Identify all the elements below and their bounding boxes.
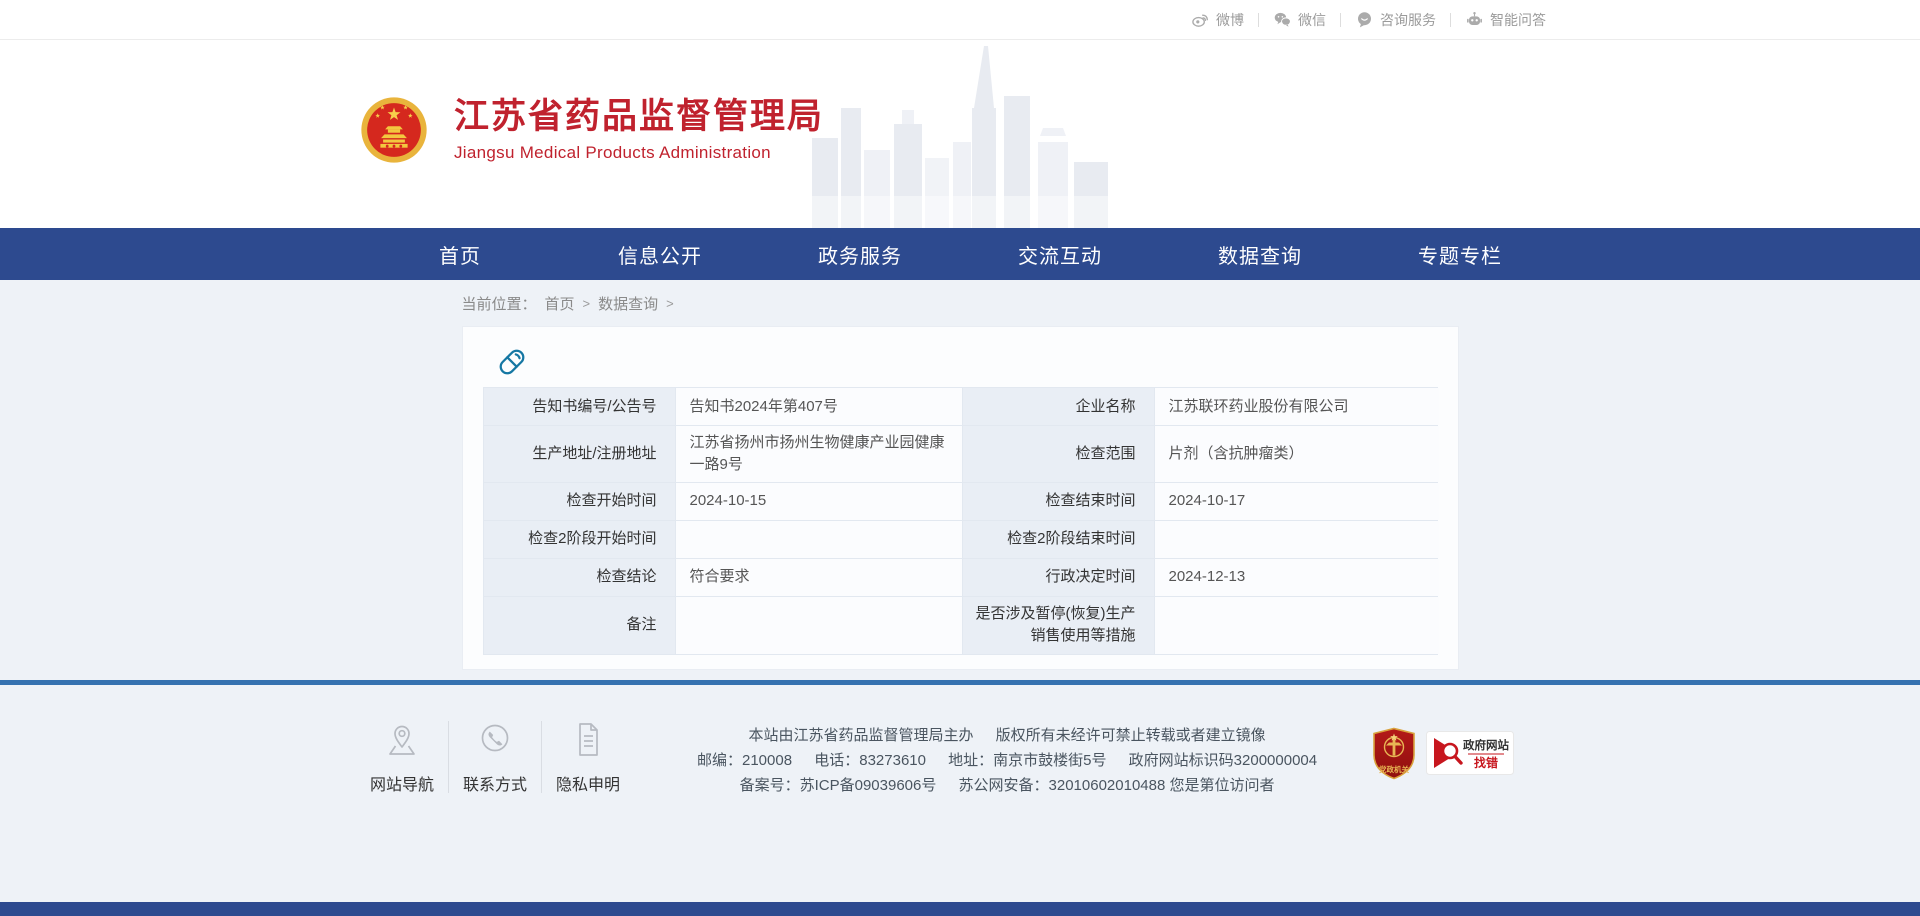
site-map-link[interactable]: 网站导航 <box>366 719 438 795</box>
field-label: 检查2阶段结束时间 <box>963 521 1155 558</box>
field-value: 告知书2024年第407号 <box>676 388 963 425</box>
breadcrumb-home-link[interactable]: 首页 <box>545 293 575 314</box>
field-label: 检查结论 <box>484 559 676 596</box>
nav-item-info-disclosure[interactable]: 信息公开 <box>560 228 760 280</box>
field-value: 片剂（含抗肿瘤类） <box>1155 426 1439 482</box>
table-row: 检查结论 符合要求 行政决定时间 2024-12-13 <box>484 559 1437 597</box>
field-label: 行政决定时间 <box>963 559 1155 596</box>
field-label: 是否涉及暂停(恢复)生产销售使用等措施 <box>963 597 1155 654</box>
nav-item-gov-services[interactable]: 政务服务 <box>760 228 960 280</box>
weibo-link[interactable]: 微博 <box>1177 10 1258 30</box>
phone-icon <box>475 719 515 761</box>
field-label: 生产地址/注册地址 <box>484 426 676 482</box>
site-footer: 网站导航 联系方式 隐私申明 <box>0 685 1920 903</box>
table-row: 告知书编号/公告号 告知书2024年第407号 企业名称 江苏联环药业股份有限公… <box>484 388 1437 426</box>
privacy-label: 隐私申明 <box>556 771 620 795</box>
breadcrumb-separator: > <box>583 296 591 311</box>
field-label: 检查开始时间 <box>484 483 676 520</box>
contact-label: 联系方式 <box>463 771 527 795</box>
nav-item-home[interactable]: 首页 <box>360 228 560 280</box>
footer-line-2: 邮编：210008 电话：83273610 地址：南京市鼓楼街5号 政府网站标识… <box>688 748 1326 773</box>
field-value: 2024-10-17 <box>1155 483 1439 520</box>
footer-badges: 党政机关 政府网站 找错 <box>1372 719 1514 780</box>
svg-text:政府网站: 政府网站 <box>1463 738 1509 752</box>
table-row: 备注 是否涉及暂停(恢复)生产销售使用等措施 <box>484 597 1437 655</box>
privacy-link[interactable]: 隐私申明 <box>552 719 624 795</box>
smart-qa-link[interactable]: 智能问答 <box>1451 10 1560 30</box>
robot-icon <box>1465 10 1484 29</box>
field-label: 告知书编号/公告号 <box>484 388 676 425</box>
field-label: 企业名称 <box>963 388 1155 425</box>
field-label: 检查范围 <box>963 426 1155 482</box>
svg-text:找错: 找错 <box>1474 755 1498 770</box>
main-nav: 首页 信息公开 政务服务 交流互动 数据查询 专题专栏 <box>0 228 1920 280</box>
field-value <box>676 521 963 558</box>
svg-text:党政机关: 党政机关 <box>1379 764 1409 774</box>
wechat-label: 微信 <box>1298 10 1326 30</box>
field-label: 备注 <box>484 597 676 654</box>
chat-bubble-icon <box>1355 10 1374 29</box>
field-value <box>676 597 963 654</box>
site-brand: 江苏省药品监督管理局 Jiangsu Medical Products Admi… <box>360 96 824 164</box>
field-label: 检查2阶段开始时间 <box>484 521 676 558</box>
nav-item-interaction[interactable]: 交流互动 <box>960 228 1160 280</box>
bottom-blue-strip <box>0 902 1920 916</box>
pill-capsule-icon <box>495 345 529 379</box>
footer-info-text: 本站由江苏省药品监督管理局主办 版权所有未经许可禁止转载或者建立镜像 邮编：21… <box>688 719 1326 798</box>
city-skyline-decoration <box>808 46 1113 228</box>
field-value: 江苏联环药业股份有限公司 <box>1155 388 1439 425</box>
nav-item-data-query[interactable]: 数据查询 <box>1160 228 1360 280</box>
field-value: 江苏省扬州市扬州生物健康产业园健康一路9号 <box>676 426 963 482</box>
footer-line-3: 备案号：苏ICP备09039606号 苏公网安备：32010602010488 … <box>688 773 1326 798</box>
breadcrumb-prefix: 当前位置： <box>462 293 537 314</box>
nav-item-special-topics[interactable]: 专题专栏 <box>1360 228 1560 280</box>
breadcrumb-data-query-link[interactable]: 数据查询 <box>598 293 658 314</box>
smart-qa-label: 智能问答 <box>1490 10 1546 30</box>
breadcrumb-separator: > <box>666 296 674 311</box>
national-emblem-logo <box>360 96 428 164</box>
top-utility-bar: 微博 微信 咨询服务 <box>0 0 1920 40</box>
field-value: 2024-10-15 <box>676 483 963 520</box>
footer-quick-links: 网站导航 联系方式 隐私申明 <box>366 719 624 795</box>
field-value: 2024-12-13 <box>1155 559 1439 596</box>
contact-link[interactable]: 联系方式 <box>459 719 531 795</box>
field-value <box>1155 521 1439 558</box>
main-content: 当前位置： 首页 > 数据查询 > 告知书编号/公告号 告知书2024年第407… <box>0 280 1920 680</box>
footer-line-1: 本站由江苏省药品监督管理局主办 版权所有未经许可禁止转载或者建立镜像 <box>688 723 1326 748</box>
field-value: 符合要求 <box>676 559 963 596</box>
weibo-label: 微博 <box>1216 10 1244 30</box>
consult-service-link[interactable]: 咨询服务 <box>1341 10 1450 30</box>
inspection-detail-table: 告知书编号/公告号 告知书2024年第407号 企业名称 江苏联环药业股份有限公… <box>483 387 1438 655</box>
site-map-label: 网站导航 <box>370 771 434 795</box>
field-value <box>1155 597 1439 654</box>
table-row: 生产地址/注册地址 江苏省扬州市扬州生物健康产业园健康一路9号 检查范围 片剂（… <box>484 426 1437 483</box>
breadcrumb: 当前位置： 首页 > 数据查询 > <box>462 292 1459 314</box>
footer-divider <box>448 721 449 793</box>
wechat-link[interactable]: 微信 <box>1259 10 1340 30</box>
map-pin-icon <box>382 719 422 761</box>
footer-divider <box>541 721 542 793</box>
gov-site-error-report-badge[interactable]: 政府网站 找错 <box>1426 731 1514 775</box>
document-icon <box>568 719 608 761</box>
site-header: 江苏省药品监督管理局 Jiangsu Medical Products Admi… <box>0 40 1920 228</box>
inspection-record-card: 告知书编号/公告号 告知书2024年第407号 企业名称 江苏联环药业股份有限公… <box>462 326 1459 670</box>
weibo-icon <box>1191 10 1210 29</box>
site-subtitle: Jiangsu Medical Products Administration <box>454 143 824 163</box>
site-title: 江苏省药品监督管理局 <box>454 97 824 137</box>
consult-service-label: 咨询服务 <box>1380 10 1436 30</box>
party-gov-shield-badge[interactable]: 党政机关 <box>1372 727 1416 780</box>
wechat-icon <box>1273 10 1292 29</box>
table-row: 检查2阶段开始时间 检查2阶段结束时间 <box>484 521 1437 559</box>
table-row: 检查开始时间 2024-10-15 检查结束时间 2024-10-17 <box>484 483 1437 521</box>
field-label: 检查结束时间 <box>963 483 1155 520</box>
